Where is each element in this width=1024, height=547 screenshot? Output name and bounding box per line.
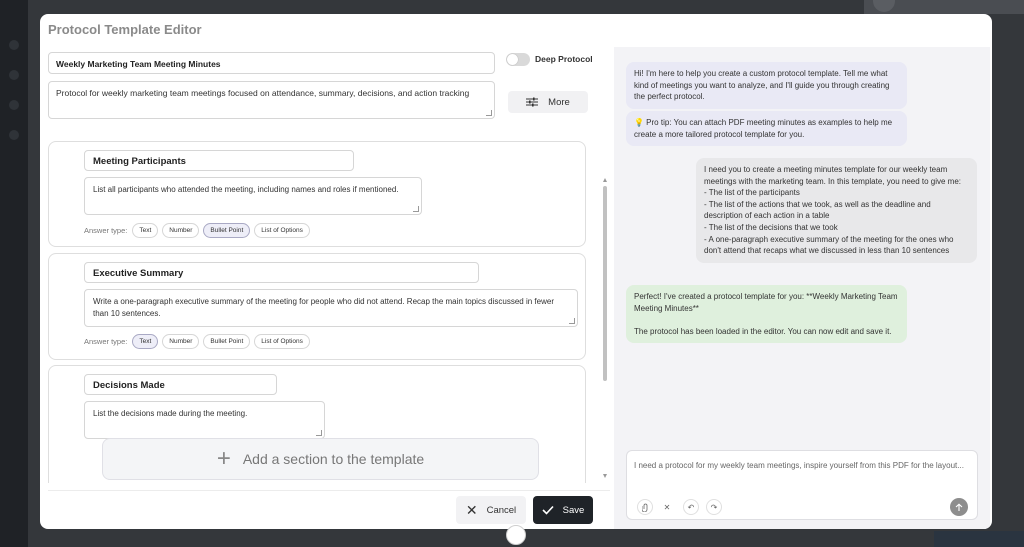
chat-message-user: I need you to create a meeting minutes t… [696,158,977,263]
drag-handle[interactable] [506,525,526,545]
resize-handle-icon[interactable] [486,110,492,116]
section-instructions-text: List all participants who attended the m… [93,185,399,194]
add-section-button[interactable]: + Add a section to the template [102,438,539,480]
backdrop-sidebar [0,0,28,547]
resize-handle-icon[interactable] [413,206,419,212]
answer-type-list-of-options-chip[interactable]: List of Options [254,223,310,238]
undo-icon[interactable]: ↶ [683,499,699,515]
answer-type-list-of-options-chip[interactable]: List of Options [254,334,310,349]
add-section-label: Add a section to the template [242,451,425,467]
section-instructions-input[interactable]: List all participants who attended the m… [84,177,422,215]
deep-protocol-toggle[interactable] [506,52,530,66]
answer-type-text-chip[interactable]: Text [132,334,159,349]
chat-message-text: I need you to create a meeting minutes t… [704,165,962,256]
chat-message-assistant-success: Perfect! I've created a protocol templat… [626,285,907,344]
chat-message-assistant: 💡 Pro tip: You can attach PDF meeting mi… [626,111,907,147]
section-instructions-text: List the decisions made during the meeti… [93,409,248,418]
section-card: Meeting Participants List all participan… [48,141,586,247]
answer-type-text-chip[interactable]: Text [132,223,159,238]
save-button-label: Save [562,504,585,516]
assistant-chat-panel: Hi! I'm here to help you create a custom… [614,47,990,529]
answer-type-number-chip[interactable]: Number [162,334,200,349]
answer-type-bullet-point-chip[interactable]: Bullet Point [203,223,251,238]
answer-type-bullet-point-chip[interactable]: Bullet Point [203,334,251,349]
template-name-input[interactable]: Weekly Marketing Team Meeting Minutes [48,52,495,74]
template-description-input[interactable]: Protocol for weekly marketing team meeti… [48,81,495,119]
resize-handle-icon[interactable] [569,318,575,324]
deep-protocol-toggle-row: Deep Protocol [506,52,593,66]
answer-type-label: Answer type: [84,226,128,235]
section-title-input[interactable]: Decisions Made [84,374,277,395]
section-instructions-input[interactable]: Write a one-paragraph executive summary … [84,289,578,327]
scroll-down-icon[interactable] [603,474,607,478]
backdrop-corner [934,531,1024,547]
chat-message-assistant: Hi! I'm here to help you create a custom… [626,62,907,109]
more-button-label: More [548,96,570,108]
section-instructions-input[interactable]: List the decisions made during the meeti… [84,401,325,439]
chat-input[interactable]: I need a protocol for my weekly team mee… [626,450,978,520]
clear-icon[interactable]: ✕ [659,499,675,515]
answer-type-row: Answer type: Text Number Bullet Point Li… [84,223,314,238]
scroll-thumb[interactable] [603,186,607,381]
chat-input-text[interactable]: I need a protocol for my weekly team mee… [634,460,964,472]
protocol-template-editor-modal: Protocol Template Editor Weekly Marketin… [40,14,992,529]
resize-handle-icon[interactable] [316,430,322,436]
modal-title: Protocol Template Editor [48,22,202,37]
sections-list: Meeting Participants List all participan… [48,139,599,483]
redo-icon[interactable]: ↷ [706,499,722,515]
section-instructions-text: Write a one-paragraph executive summary … [93,297,554,318]
answer-type-label: Answer type: [84,337,128,346]
attach-icon[interactable] [637,499,653,515]
section-title-input[interactable]: Meeting Participants [84,150,354,171]
chat-message-text: 💡 Pro tip: You can attach PDF meeting mi… [634,118,893,139]
answer-type-number-chip[interactable]: Number [162,223,200,238]
cancel-button-label: Cancel [486,504,517,516]
sliders-icon [526,97,539,107]
scroll-up-icon[interactable] [603,178,607,182]
chat-message-text: Hi! I'm here to help you create a custom… [634,69,890,102]
deep-protocol-label: Deep Protocol [535,54,593,64]
chat-message-text: Perfect! I've created a protocol templat… [634,292,898,336]
answer-type-row: Answer type: Text Number Bullet Point Li… [84,334,314,349]
save-button[interactable]: Save [533,496,593,524]
close-icon: ✕ [465,501,478,518]
cancel-button[interactable]: ✕ Cancel [456,496,526,524]
template-description-text: Protocol for weekly marketing team meeti… [56,88,470,98]
sections-scrollbar[interactable] [603,178,607,478]
send-icon[interactable] [950,498,968,516]
plus-icon: + [216,445,231,472]
section-title-input[interactable]: Executive Summary [84,262,479,283]
more-button[interactable]: More [508,91,588,113]
check-icon [542,505,554,515]
section-card: Executive Summary Write a one-paragraph … [48,253,586,360]
footer-divider [48,490,610,491]
